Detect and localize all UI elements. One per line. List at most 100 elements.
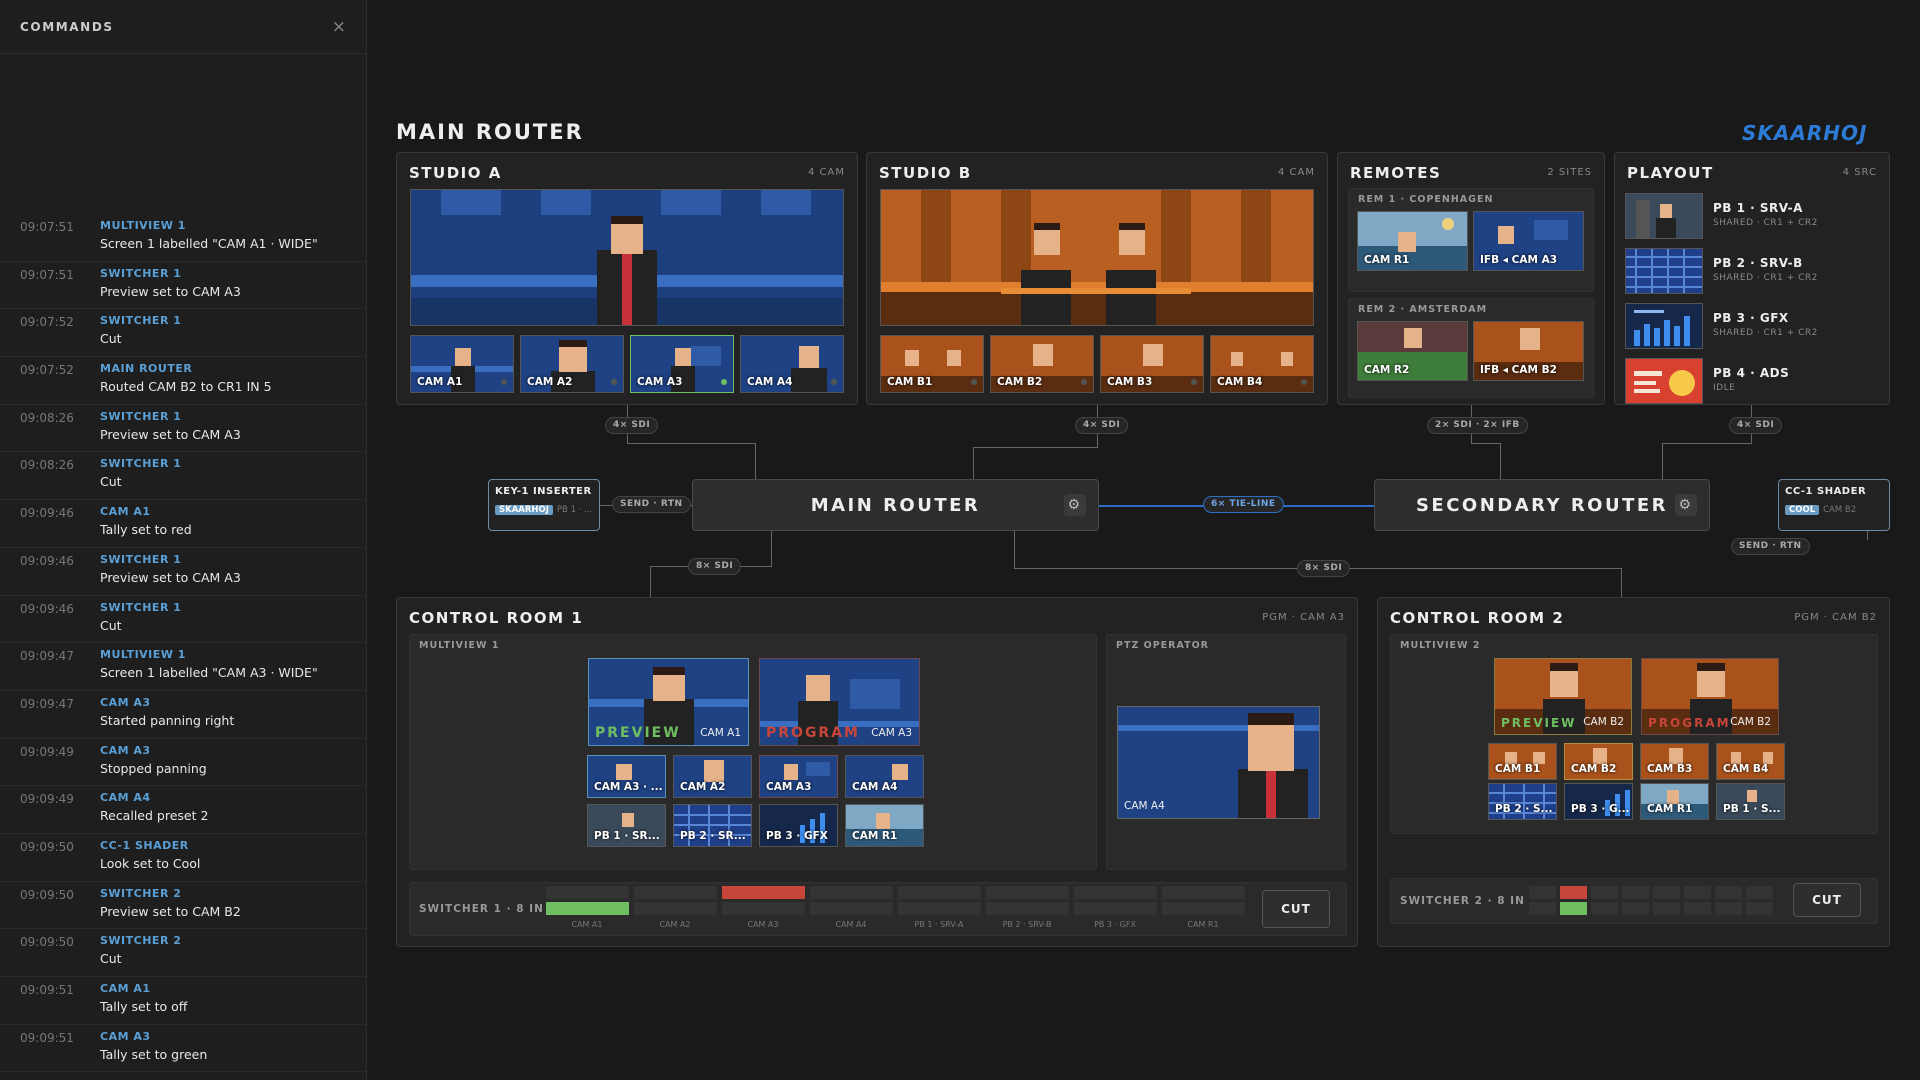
preview-bus-button[interactable] [634, 902, 717, 915]
mv2-tile-label: CAM B1 [1495, 763, 1541, 775]
command-time: 09:09:51 [20, 1030, 74, 1045]
program-bus-button[interactable] [546, 886, 629, 899]
cam-b3-thumb[interactable]: CAM B3 [1100, 335, 1204, 393]
close-icon[interactable]: × [332, 17, 346, 37]
preview-bus-button[interactable] [810, 902, 893, 915]
mv1-tile-5[interactable]: PB 1 · SR... [587, 804, 666, 847]
shader-badge: COOL [1785, 505, 1820, 515]
command-detail: Tally set to red [100, 522, 192, 538]
preview-bus-button[interactable] [1162, 902, 1245, 915]
studio-a-main-view[interactable] [410, 189, 844, 326]
program-bus-button[interactable] [1162, 886, 1245, 899]
preview-bus-button[interactable] [1560, 902, 1587, 915]
mv1-program[interactable]: PROGRAM CAM A3 [759, 658, 920, 746]
mv2-tile-6[interactable]: PB 3 · G... [1564, 783, 1633, 820]
preview-bus-button[interactable] [546, 902, 629, 915]
preview-bus-button[interactable] [1074, 902, 1157, 915]
gear-icon[interactable]: ⚙ [1675, 494, 1697, 516]
program-bus-button[interactable] [1715, 886, 1742, 899]
cut-button[interactable]: CUT [1262, 890, 1330, 928]
mv2-label: MULTIVIEW 2 [1400, 640, 1481, 651]
command-detail: Cut [100, 331, 122, 347]
program-bus-button[interactable] [1074, 886, 1157, 899]
cam-a2-thumb[interactable]: CAM A2 [520, 335, 624, 393]
mv2-preview[interactable]: PREVIEW CAM B2 [1494, 658, 1632, 735]
program-bus-button[interactable] [810, 886, 893, 899]
mv2-tile-7[interactable]: CAM R1 [1640, 783, 1709, 820]
preview-bus-button[interactable] [1591, 902, 1618, 915]
preview-bus-button[interactable] [898, 902, 981, 915]
cam-b1-thumb[interactable]: CAM B1 [880, 335, 984, 393]
cam-a4-thumb[interactable]: CAM A4 [740, 335, 844, 393]
pb1-thumb [1625, 193, 1703, 239]
mv2-tile-3[interactable]: CAM B3 [1640, 743, 1709, 780]
preview-bus-button[interactable] [1746, 902, 1773, 915]
mv1-tile-3[interactable]: CAM A3 [759, 755, 838, 798]
studio-b-main-view[interactable] [880, 189, 1314, 326]
mv1-tile-7[interactable]: PB 3 · GFX [759, 804, 838, 847]
command-time: 09:09:49 [20, 744, 74, 759]
pb2-source[interactable]: PB 2 · SRV-B SHARED · CR1 + CR2 [1625, 248, 1885, 296]
program-bus-button[interactable] [1684, 886, 1711, 899]
pb3-source[interactable]: PB 3 · GFX SHARED · CR1 + CR2 [1625, 303, 1885, 351]
preview-bus-button[interactable] [986, 902, 1069, 915]
link-pill-send-rtn-right: SEND · RTN [1731, 538, 1810, 555]
cam-a1-thumb[interactable]: CAM A1 [410, 335, 514, 393]
program-bus-button[interactable] [986, 886, 1069, 899]
cut-button[interactable]: CUT [1793, 883, 1861, 917]
ifb-cam-b2-thumb[interactable]: IFB ◂ CAM B2 [1473, 321, 1584, 381]
link-line [771, 531, 772, 566]
cam-a3-thumb[interactable]: CAM A3 [630, 335, 734, 393]
mv1-tile-1[interactable]: CAM A3 · ... [587, 755, 666, 798]
cam-b2-thumb[interactable]: CAM B2 [990, 335, 1094, 393]
switcher-2-label: SWITCHER 2 · 8 IN [1400, 895, 1525, 907]
ptz-view[interactable]: CAM A4 [1117, 706, 1320, 819]
cam-b4-thumb[interactable]: CAM B4 [1210, 335, 1314, 393]
ifb-cam-a3-thumb[interactable]: IFB ◂ CAM A3 [1473, 211, 1584, 271]
mv1-preview[interactable]: PREVIEW CAM A1 [588, 658, 749, 746]
program-bus-button[interactable] [722, 886, 805, 899]
program-bus-button[interactable] [1653, 886, 1680, 899]
mv1-tile-8[interactable]: CAM R1 [845, 804, 924, 847]
program-bus-button[interactable] [1746, 886, 1773, 899]
mv1-tile-2[interactable]: CAM A2 [673, 755, 752, 798]
preview-bus-button[interactable] [722, 902, 805, 915]
mv2-tile-8[interactable]: PB 1 · S... [1716, 783, 1785, 820]
program-bus-button[interactable] [1622, 886, 1649, 899]
preview-bus-button[interactable] [1653, 902, 1680, 915]
mv2-tile-5[interactable]: PB 2 · S... [1488, 783, 1557, 820]
command-entry: 09:08:26 SWITCHER 1 Preview set to CAM A3 [0, 405, 367, 453]
preview-bus-button[interactable] [1622, 902, 1649, 915]
mv2-program[interactable]: PROGRAM CAM B2 [1641, 658, 1779, 735]
command-detail: Screen 1 labelled "CAM A1 · WIDE" [100, 236, 318, 251]
remotes-panel: REMOTES 2 SITES REM 1 · COPENHAGEN CAM R… [1337, 152, 1605, 405]
main-router-node[interactable]: MAIN ROUTER ⚙ [692, 479, 1099, 531]
program-bus-button[interactable] [1529, 886, 1556, 899]
preview-bus-button[interactable] [1529, 902, 1556, 915]
pb4-source[interactable]: PB 4 · ADS IDLE [1625, 358, 1885, 406]
program-bus-button[interactable] [1591, 886, 1618, 899]
command-detail: Preview set to CAM A3 [100, 426, 241, 442]
mv2-tile-1[interactable]: CAM B1 [1488, 743, 1557, 780]
mv1-tile-6[interactable]: PB 2 · SR... [673, 804, 752, 847]
link-pill-playout: 4× SDI [1729, 417, 1783, 434]
key-inserter-node[interactable]: KEY-1 INSERTER SKAARHOJ PB 1 · ... [488, 479, 600, 531]
secondary-router-node[interactable]: SECONDARY ROUTER ⚙ [1374, 479, 1710, 531]
mv2-tile-2[interactable]: CAM B2 [1564, 743, 1633, 780]
link-line [1014, 531, 1015, 568]
program-bus-button[interactable] [634, 886, 717, 899]
cam-r1-thumb[interactable]: CAM R1 [1357, 211, 1468, 271]
preview-bus-button[interactable] [1715, 902, 1742, 915]
cc-shader-node[interactable]: CC-1 SHADER COOL CAM B2 [1778, 479, 1890, 531]
cam-r2-thumb[interactable]: CAM R2 [1357, 321, 1468, 381]
gear-icon[interactable]: ⚙ [1064, 494, 1086, 516]
mv1-tile-4[interactable]: CAM A4 [845, 755, 924, 798]
pb1-source[interactable]: PB 1 · SRV-A SHARED · CR1 + CR2 [1625, 193, 1885, 241]
link-pill-send-rtn: SEND · RTN [612, 496, 691, 513]
program-bus-button[interactable] [898, 886, 981, 899]
mv1-program-word: PROGRAM [766, 725, 860, 741]
preview-bus-button[interactable] [1684, 902, 1711, 915]
program-bus-button[interactable] [1560, 886, 1587, 899]
mv2-tile-4[interactable]: CAM B4 [1716, 743, 1785, 780]
link-line [627, 443, 755, 444]
